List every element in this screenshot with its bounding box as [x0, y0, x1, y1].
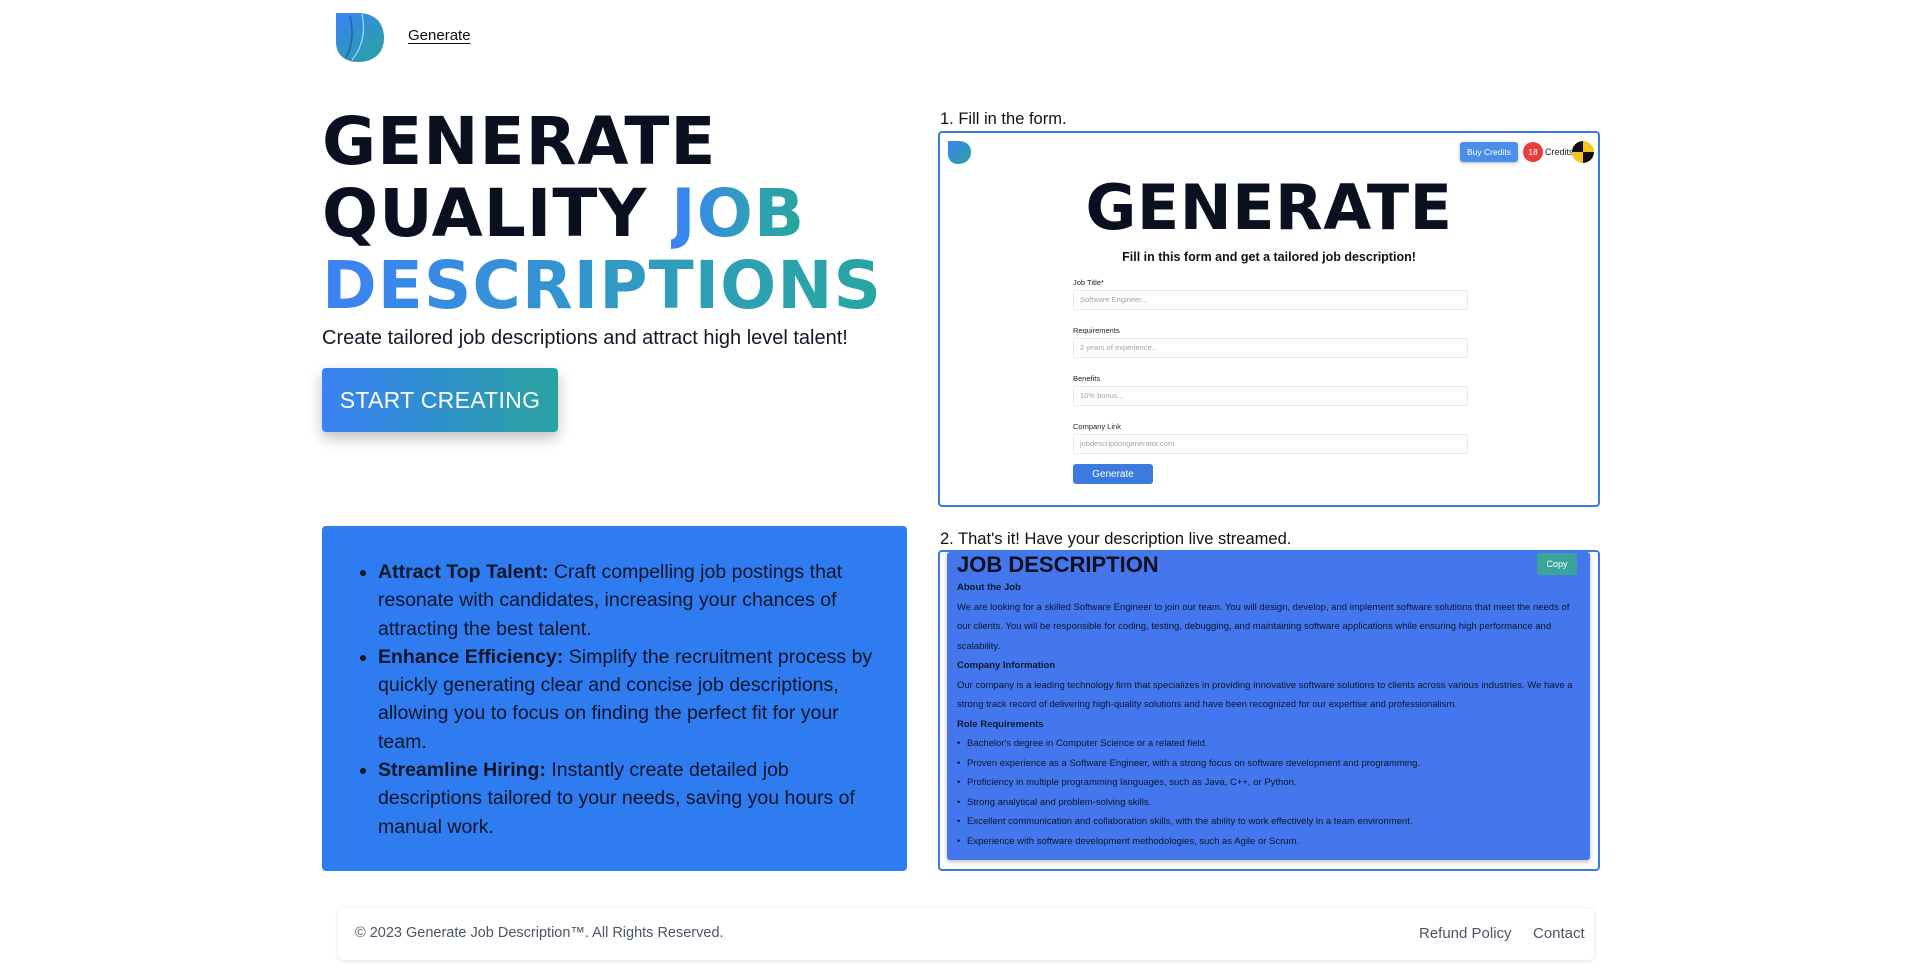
hero-title-line2: QUALITY JOB	[322, 178, 942, 250]
preview-about-text: We are looking for a skilled Software En…	[957, 601, 1570, 652]
preview-credits-label: Credits	[1545, 147, 1574, 157]
start-creating-button[interactable]: START CREATING	[322, 368, 558, 432]
hero-subtitle: Create tailored job descriptions and att…	[322, 327, 848, 349]
logo-icon[interactable]	[332, 10, 386, 64]
hero-title-job: JOB	[671, 175, 806, 252]
preview-requirement-item: • Excellent communication and collaborati…	[957, 816, 1413, 827]
step1-label: 1. Fill in the form.	[940, 110, 1067, 128]
preview-description-body: About the Job We are looking for a skill…	[957, 578, 1582, 851]
preview-company-text: Our company is a leading technology firm…	[957, 679, 1573, 711]
preview-field-label: Requirements	[1073, 326, 1120, 335]
preview-about-heading: About the Job	[957, 582, 1021, 593]
step2-label: 2. That's it! Have your description live…	[940, 530, 1292, 548]
hero-title-descriptions: DESCRIPTIONS	[322, 250, 942, 322]
hero-title-line1: GENERATE	[322, 103, 717, 180]
nav-generate-link[interactable]: Generate	[408, 27, 471, 44]
preview-credit-count-badge: 18	[1523, 142, 1543, 162]
preview-field-label: Job Title*	[1073, 278, 1104, 287]
refund-policy-link[interactable]: Refund Policy	[1419, 925, 1512, 942]
feature-title: Attract Top Talent:	[378, 561, 549, 583]
hero-title-quality: QUALITY	[322, 175, 672, 252]
feature-title: Streamline Hiring:	[378, 759, 546, 782]
preview-field-label: Benefits	[1073, 374, 1101, 383]
form-preview-image: Buy Credits 18 Credits GENERATE Fill in …	[938, 131, 1600, 507]
preview-job-title-input: Software Engineer...	[1073, 290, 1468, 310]
preview-form-subtitle: Fill in this form and get a tailored job…	[1122, 250, 1416, 264]
preview-requirement-item: • Bachelor's degree in Computer Science o…	[957, 738, 1208, 749]
preview-field-label: Company Link	[1073, 422, 1121, 431]
preview-requirements-input: 2 years of experience...	[1073, 338, 1468, 358]
preview-avatar	[1572, 141, 1594, 163]
preview-form-title: GENERATE	[1085, 171, 1453, 244]
preview-requirement-item: • Strong analytical and problem-solving s…	[957, 796, 1152, 808]
preview-requirement-item: • Proven experience as a Software Enginee…	[957, 757, 1421, 769]
feature-item: Attract Top Talent: Craft compelling job…	[378, 558, 879, 643]
features-list: Attract Top Talent: Craft compelling job…	[350, 558, 879, 841]
preview-buy-credits-button: Buy Credits	[1460, 142, 1518, 162]
contact-link[interactable]: Contact	[1533, 925, 1585, 942]
preview-requirement-item: • Proficiency in multiple programming lan…	[957, 777, 1297, 788]
preview-company-heading: Company Information	[957, 660, 1056, 671]
feature-item: Streamline Hiring: Instantly create deta…	[378, 756, 879, 841]
footer-copyright: © 2023 Generate Job Description™. All Ri…	[355, 925, 724, 941]
description-preview-image: JOB DESCRIPTION Copy About the Job We ar…	[938, 550, 1600, 871]
preview-company-link-input: jobdescriptiongenerator.com	[1073, 434, 1468, 454]
preview-benefits-input: 10% bonus...	[1073, 386, 1468, 406]
preview-generate-button: Generate	[1073, 464, 1153, 484]
preview-description-title: JOB DESCRIPTION	[957, 552, 1159, 577]
preview-requirement-item: • Experience with software development me…	[957, 835, 1300, 847]
preview-copy-button: Copy	[1537, 553, 1577, 575]
preview-logo-icon	[948, 141, 971, 164]
preview-role-heading: Role Requirements	[957, 718, 1044, 730]
hero-title: GENERATE QUALITY JOB DESCRIPTIONS	[322, 106, 942, 322]
feature-title: Enhance Efficiency:	[378, 645, 564, 668]
footer: © 2023 Generate Job Description™. All Ri…	[338, 908, 1594, 960]
preview-description-panel: JOB DESCRIPTION Copy About the Job We ar…	[947, 552, 1590, 860]
features-panel: Attract Top Talent: Craft compelling job…	[322, 526, 907, 871]
feature-item: Enhance Efficiency: Simplify the recruit…	[378, 643, 879, 756]
